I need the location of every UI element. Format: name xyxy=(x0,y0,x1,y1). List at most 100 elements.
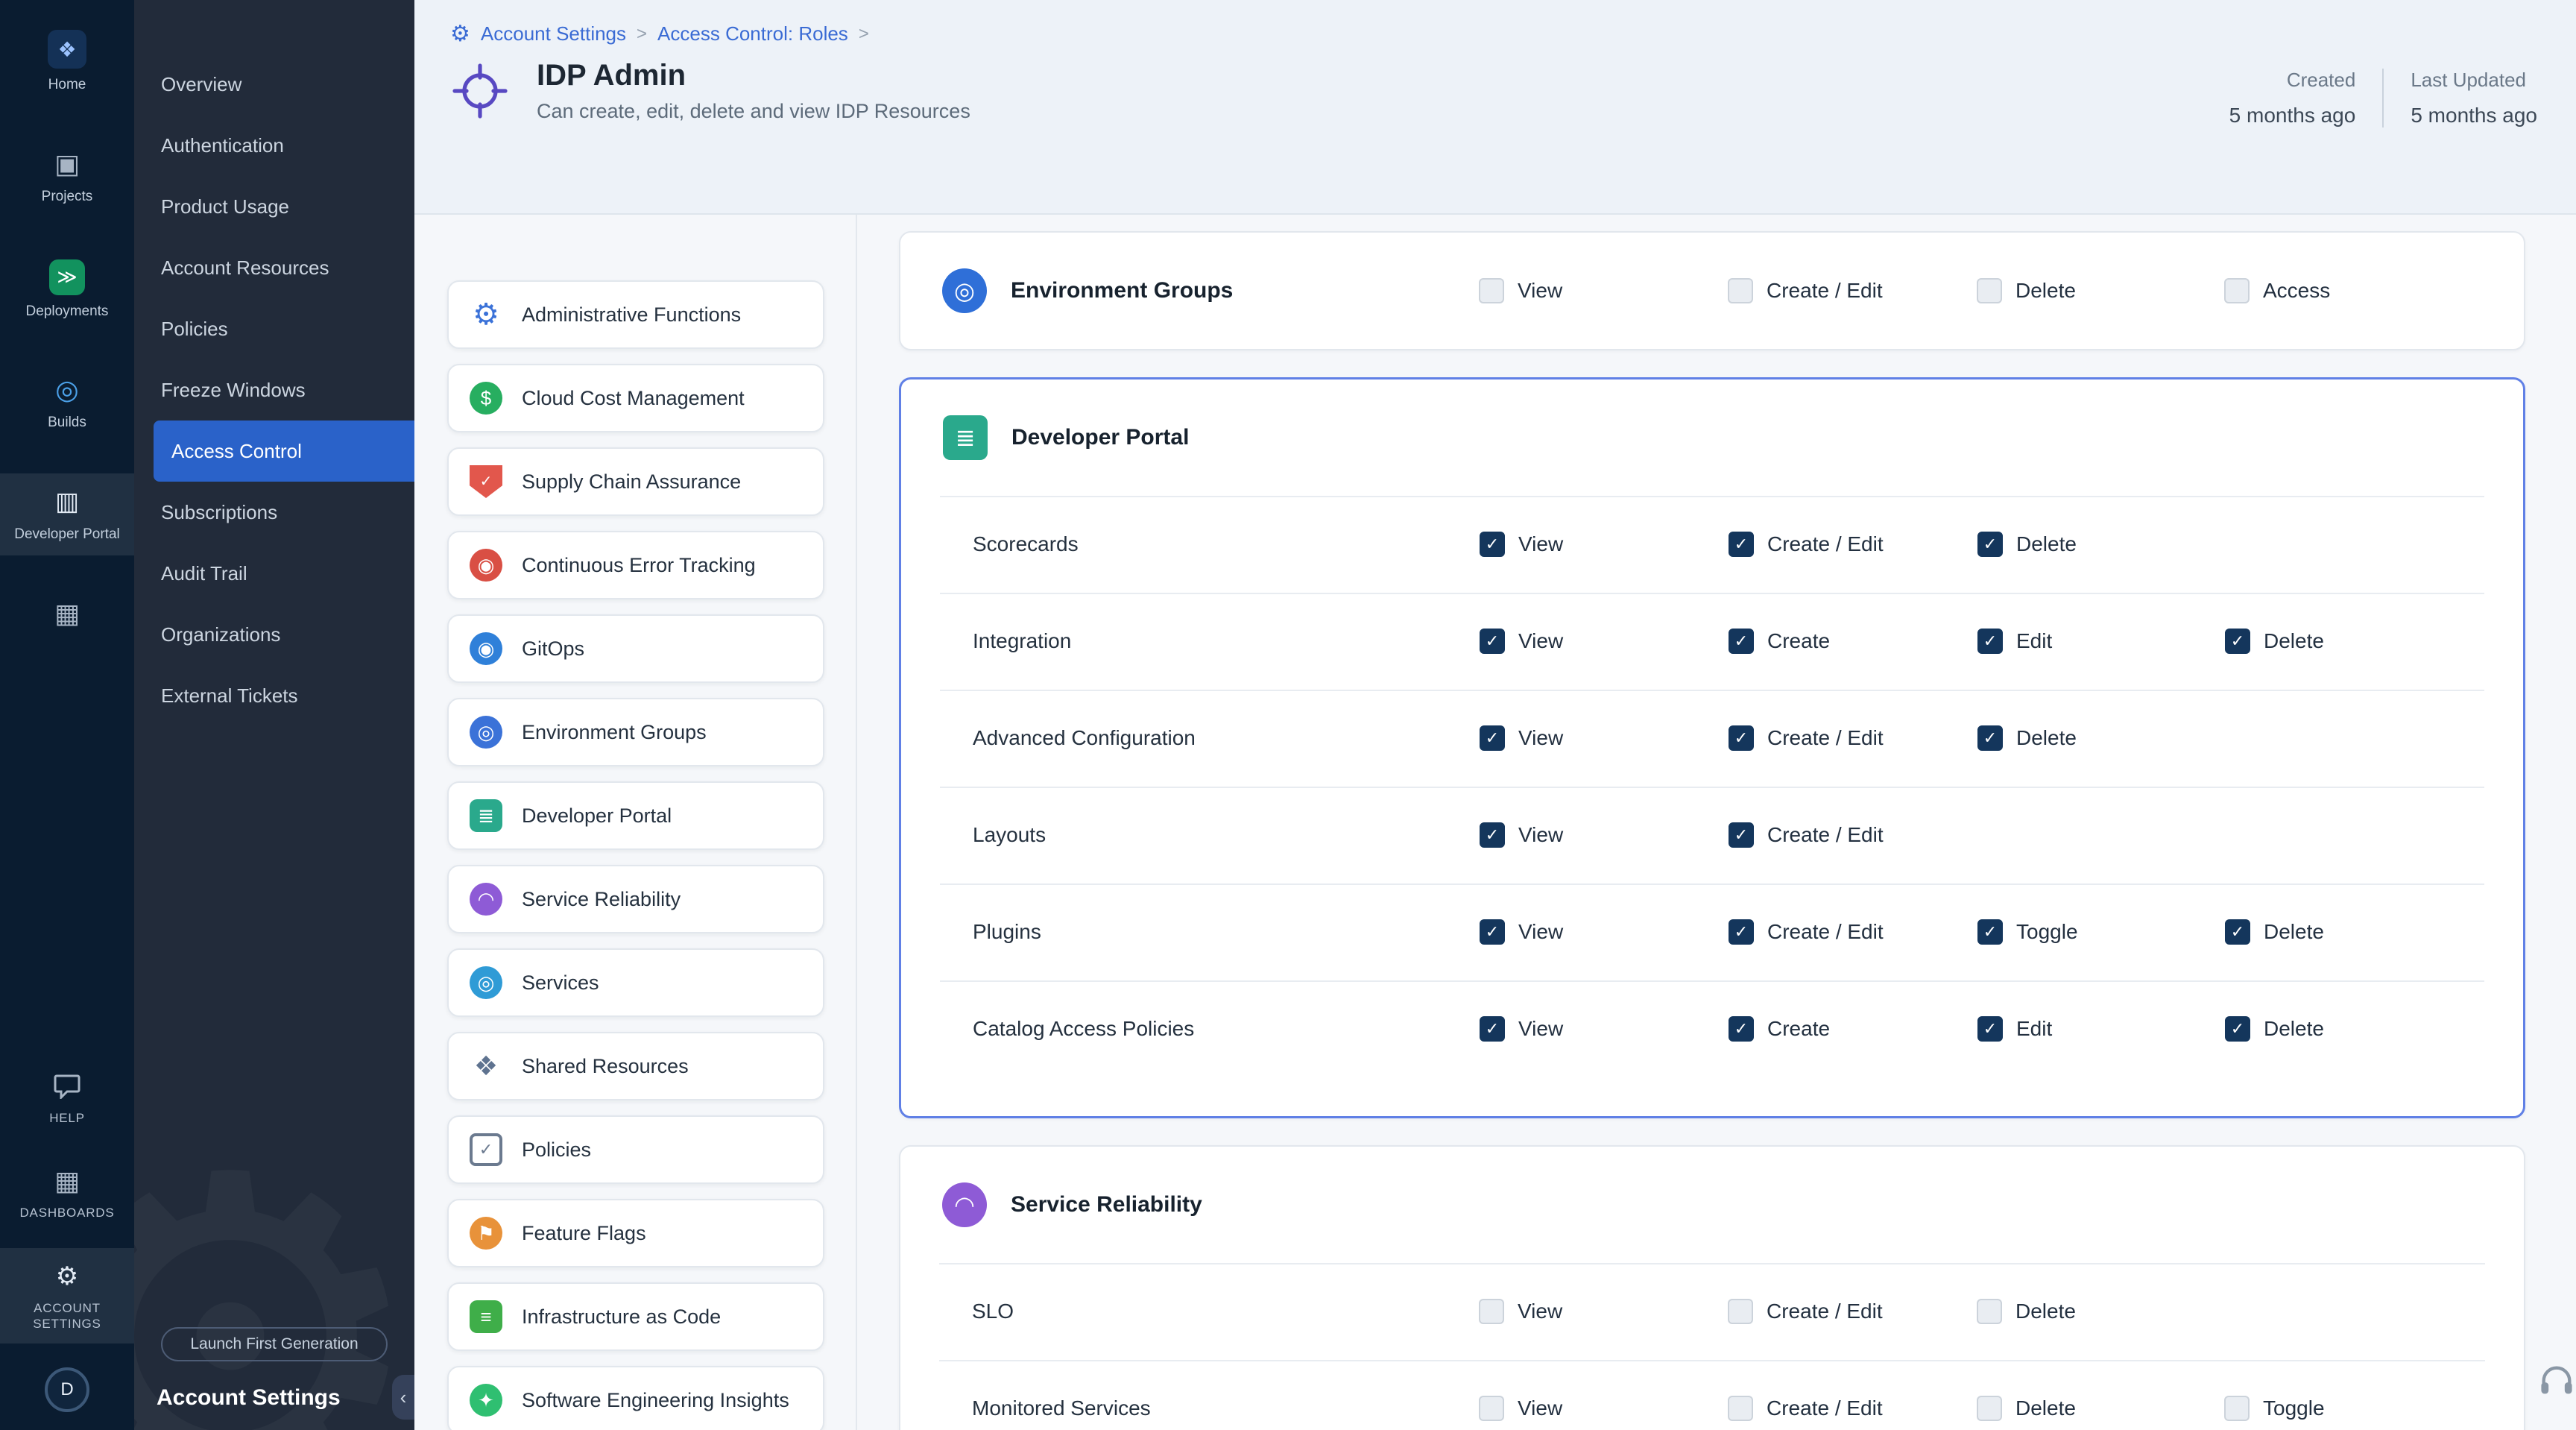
checkbox-delete[interactable] xyxy=(1977,532,2003,557)
checkbox-view[interactable] xyxy=(1479,1396,1504,1421)
rail-item-dashboards[interactable]: ▦ DASHBOARDS xyxy=(0,1153,134,1232)
checkbox-toggle[interactable] xyxy=(1977,919,2003,945)
permission-delete[interactable]: Delete xyxy=(1977,1396,2076,1421)
sidebar-item-subscriptions[interactable]: Subscriptions xyxy=(134,482,414,543)
rail-item-projects[interactable]: ▣ Projects xyxy=(0,136,134,218)
resource-card-continuous-error-tracking[interactable]: ◉Continuous Error Tracking xyxy=(447,531,824,599)
checkbox-create-edit[interactable] xyxy=(1728,1299,1753,1324)
permission-create-edit[interactable]: Create / Edit xyxy=(1728,278,1883,303)
rail-item-developer-portal[interactable]: ▥ Developer Portal xyxy=(0,473,134,555)
checkbox-view[interactable] xyxy=(1480,822,1505,848)
checkbox-view[interactable] xyxy=(1479,1299,1504,1324)
permission-view[interactable]: View xyxy=(1480,822,1563,848)
sidebar-item-account-resources[interactable]: Account Resources xyxy=(134,237,414,298)
permission-view[interactable]: View xyxy=(1480,919,1563,945)
permission-delete[interactable]: Delete xyxy=(2225,1016,2324,1042)
permission-create-edit[interactable]: Create / Edit xyxy=(1728,1299,1883,1324)
resource-card-infrastructure-as-code[interactable]: ≡Infrastructure as Code xyxy=(447,1282,824,1351)
sidebar-item-external-tickets[interactable]: External Tickets xyxy=(134,665,414,726)
breadcrumb-account-settings[interactable]: Account Settings xyxy=(481,22,626,45)
permission-delete[interactable]: Delete xyxy=(2225,629,2324,654)
permission-create-edit[interactable]: Create / Edit xyxy=(1729,725,1884,751)
resource-card-cloud-cost-management[interactable]: $Cloud Cost Management xyxy=(447,364,824,432)
user-avatar[interactable]: D xyxy=(45,1367,89,1412)
checkbox-view[interactable] xyxy=(1479,278,1504,303)
checkbox-delete[interactable] xyxy=(2225,1016,2250,1042)
checkbox-create-edit[interactable] xyxy=(1729,822,1754,848)
checkbox-create-edit[interactable] xyxy=(1728,278,1753,303)
permission-delete[interactable]: Delete xyxy=(1977,1299,2076,1324)
permission-create-edit[interactable]: Create / Edit xyxy=(1729,532,1884,557)
rail-item-module-picker[interactable]: ▦ xyxy=(0,585,134,642)
permission-create-edit[interactable]: Create / Edit xyxy=(1728,1396,1883,1421)
resource-card-environment-groups[interactable]: ◎Environment Groups xyxy=(447,698,824,766)
sidebar-item-freeze-windows[interactable]: Freeze Windows xyxy=(134,359,414,421)
checkbox-view[interactable] xyxy=(1480,1016,1505,1042)
checkbox-edit[interactable] xyxy=(1977,629,2003,654)
checkbox-create-edit[interactable] xyxy=(1729,532,1754,557)
permission-view[interactable]: View xyxy=(1479,1299,1562,1324)
sidebar-item-access-control[interactable]: Access Control xyxy=(154,421,414,482)
rail-item-builds[interactable]: ◎ Builds xyxy=(0,362,134,444)
permission-view[interactable]: View xyxy=(1480,725,1563,751)
checkbox-view[interactable] xyxy=(1480,629,1505,654)
checkbox-delete[interactable] xyxy=(1977,1299,2002,1324)
resource-card-software-engineering-insights[interactable]: ✦Software Engineering Insights xyxy=(447,1366,824,1430)
launch-first-generation-button[interactable]: Launch First Generation xyxy=(161,1327,388,1361)
sidebar-collapse-button[interactable]: ‹ xyxy=(392,1375,414,1420)
checkbox-delete[interactable] xyxy=(2225,629,2250,654)
resource-card-administrative-functions[interactable]: ⚙Administrative Functions xyxy=(447,280,824,349)
rail-item-account-settings[interactable]: ⚙ ACCOUNT SETTINGS xyxy=(0,1248,134,1344)
checkbox-create[interactable] xyxy=(1729,629,1754,654)
permission-create-edit[interactable]: Create / Edit xyxy=(1729,919,1884,945)
resource-card-shared-resources[interactable]: ❖Shared Resources xyxy=(447,1032,824,1100)
permission-view[interactable]: View xyxy=(1479,278,1562,303)
checkbox-delete[interactable] xyxy=(1977,1396,2002,1421)
resource-card-services[interactable]: ◎Services xyxy=(447,948,824,1017)
rail-item-deployments[interactable]: ≫ Deployments xyxy=(0,248,134,333)
checkbox-edit[interactable] xyxy=(1977,1016,2003,1042)
permission-view[interactable]: View xyxy=(1480,629,1563,654)
permission-delete[interactable]: Delete xyxy=(2225,919,2324,945)
permission-access[interactable]: Access xyxy=(2224,278,2330,303)
permission-toggle[interactable]: Toggle xyxy=(1977,919,2078,945)
permission-view[interactable]: View xyxy=(1480,532,1563,557)
resource-card-service-reliability[interactable]: ◠Service Reliability xyxy=(447,865,824,933)
checkbox-delete[interactable] xyxy=(2225,919,2250,945)
resource-card-supply-chain-assurance[interactable]: ✓Supply Chain Assurance xyxy=(447,447,824,516)
rail-item-home[interactable]: ❖ Home xyxy=(0,18,134,106)
sidebar-item-organizations[interactable]: Organizations xyxy=(134,604,414,665)
checkbox-view[interactable] xyxy=(1480,725,1505,751)
permission-edit[interactable]: Edit xyxy=(1977,629,2052,654)
permission-view[interactable]: View xyxy=(1480,1016,1563,1042)
sidebar-item-overview[interactable]: Overview xyxy=(134,54,414,115)
checkbox-delete[interactable] xyxy=(1977,278,2002,303)
sidebar-item-product-usage[interactable]: Product Usage xyxy=(134,176,414,237)
permission-toggle[interactable]: Toggle xyxy=(2224,1396,2325,1421)
sidebar-item-policies[interactable]: Policies xyxy=(134,298,414,359)
permission-delete[interactable]: Delete xyxy=(1977,725,2077,751)
checkbox-create-edit[interactable] xyxy=(1729,725,1754,751)
checkbox-delete[interactable] xyxy=(1977,725,2003,751)
permission-delete[interactable]: Delete xyxy=(1977,278,2076,303)
checkbox-view[interactable] xyxy=(1480,919,1505,945)
sidebar-item-authentication[interactable]: Authentication xyxy=(134,115,414,176)
permission-create[interactable]: Create xyxy=(1729,1016,1830,1042)
sidebar-item-audit-trail[interactable]: Audit Trail xyxy=(134,543,414,604)
permission-view[interactable]: View xyxy=(1479,1396,1562,1421)
checkbox-view[interactable] xyxy=(1480,532,1505,557)
resource-card-developer-portal[interactable]: ≣Developer Portal xyxy=(447,781,824,850)
permission-delete[interactable]: Delete xyxy=(1977,532,2077,557)
resource-card-gitops[interactable]: ◉GitOps xyxy=(447,614,824,683)
resource-card-feature-flags[interactable]: ⚑Feature Flags xyxy=(447,1199,824,1267)
checkbox-toggle[interactable] xyxy=(2224,1396,2250,1421)
rail-item-help[interactable]: HELP xyxy=(0,1058,134,1138)
checkbox-create-edit[interactable] xyxy=(1728,1396,1753,1421)
checkbox-create-edit[interactable] xyxy=(1729,919,1754,945)
headset-support-icon[interactable] xyxy=(2537,1361,2576,1400)
resource-card-policies[interactable]: ✓Policies xyxy=(447,1115,824,1184)
checkbox-create[interactable] xyxy=(1729,1016,1754,1042)
permission-edit[interactable]: Edit xyxy=(1977,1016,2052,1042)
checkbox-access[interactable] xyxy=(2224,278,2250,303)
permission-create[interactable]: Create xyxy=(1729,629,1830,654)
